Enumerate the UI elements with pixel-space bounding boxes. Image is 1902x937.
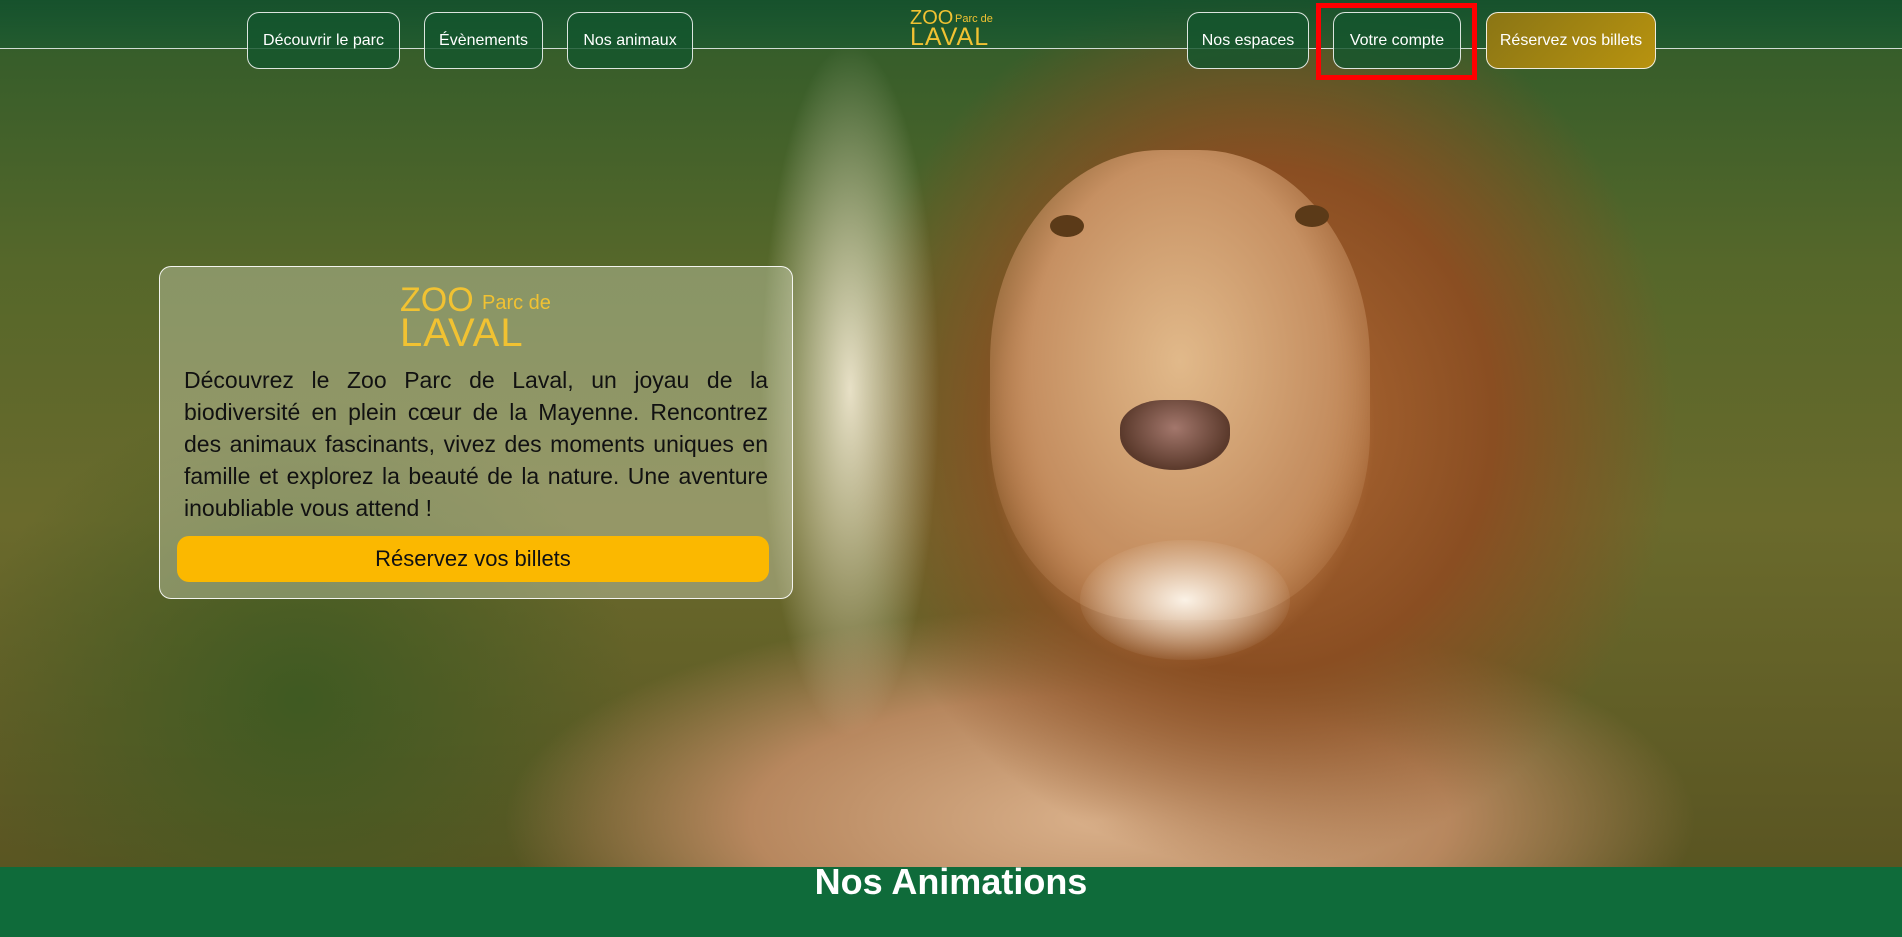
intro-card: ZOO Parc de LAVAL Découvrez le Zoo Parc … <box>159 266 793 599</box>
hero-lion-eye-left <box>1050 215 1084 237</box>
header-logo[interactable]: ZOO Parc de LAVAL <box>910 8 994 50</box>
nav-events[interactable]: Évènements <box>424 12 543 69</box>
intro-description: Découvrez le Zoo Parc de Laval, un joyau… <box>184 367 768 521</box>
card-logo: ZOO Parc de LAVAL <box>400 283 570 353</box>
nav-spaces[interactable]: Nos espaces <box>1187 12 1309 69</box>
hero-lion-eye-right <box>1295 205 1329 227</box>
card-logo-parc: Parc de <box>482 292 551 314</box>
hero-lion-chin <box>1080 540 1290 660</box>
card-logo-laval: LAVAL <box>400 311 524 355</box>
animations-title: Nos Animations <box>814 861 1088 903</box>
nav-account[interactable]: Votre compte <box>1333 12 1461 69</box>
nav-book-tickets[interactable]: Réservez vos billets <box>1486 12 1656 69</box>
header-logo-laval: LAVAL <box>910 23 990 51</box>
hero-lion-nose <box>1120 400 1230 470</box>
nav-discover-park[interactable]: Découvrir le parc <box>247 12 400 69</box>
nav-animals[interactable]: Nos animaux <box>567 12 693 69</box>
book-tickets-button[interactable]: Réservez vos billets <box>177 536 769 582</box>
animations-section-header: Nos Animations <box>0 861 1902 937</box>
